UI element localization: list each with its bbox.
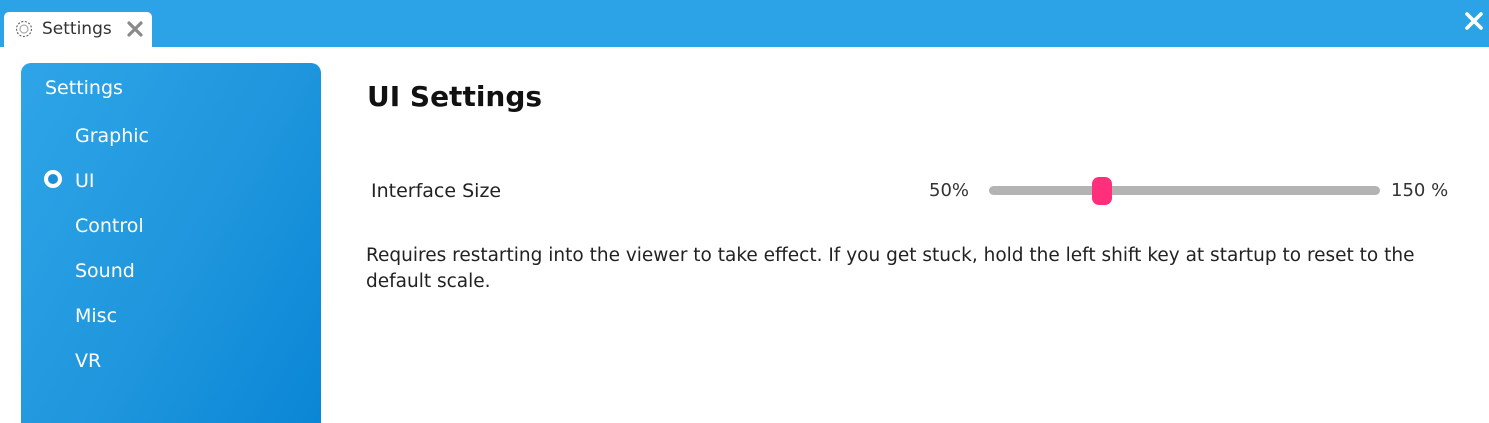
tab-settings[interactable]: Settings [4,12,152,47]
slider-thumb[interactable] [1092,177,1113,205]
sidebar-item-label: UI [75,170,95,192]
selected-radio-icon [44,170,62,188]
sidebar-item-label: Control [75,215,144,237]
close-icon[interactable] [1464,11,1484,31]
interface-size-label: Interface Size [371,180,502,202]
sidebar-item-graphic[interactable]: Graphic [21,118,321,154]
sidebar-title: Settings [45,77,123,99]
slider-max-label: 150 % [1391,180,1449,201]
gear-icon [15,20,33,38]
sidebar-item-vr[interactable]: VR [21,343,321,379]
page-title: UI Settings [367,80,543,113]
slider-track[interactable] [989,186,1380,195]
close-tab-icon[interactable] [126,20,144,38]
sidebar-item-control[interactable]: Control [21,208,321,244]
interface-size-slider[interactable] [989,176,1380,206]
title-bar: Settings [0,0,1489,47]
sidebar-item-ui[interactable]: UI [21,163,321,199]
sidebar-item-sound[interactable]: Sound [21,253,321,289]
sidebar-item-misc[interactable]: Misc [21,298,321,334]
sidebar-item-label: Misc [75,305,118,327]
settings-sidebar: Settings Graphic UI Control Sound Misc V… [21,63,321,423]
restart-note: Requires restarting into the viewer to t… [366,245,1415,292]
sidebar-item-label: VR [75,350,102,372]
sidebar-item-label: Graphic [75,125,150,147]
tab-label: Settings [42,19,112,39]
sidebar-item-label: Sound [75,260,135,282]
slider-min-label: 50% [929,180,970,201]
